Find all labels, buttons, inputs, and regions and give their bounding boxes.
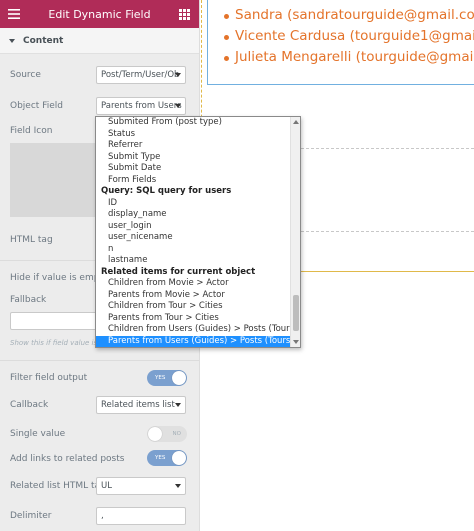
related-item-link[interactable]: Sandra (sandratourguide@gmail.com), <box>224 5 474 26</box>
chevron-down-icon <box>175 403 181 407</box>
listbox-option[interactable]: lastname <box>96 255 290 267</box>
listbox-group-label: Query: SQL query for users <box>101 186 232 196</box>
single-value-label: Single value <box>10 429 66 439</box>
delimiter-label: Delimiter <box>10 511 52 521</box>
listbox-option[interactable]: Submit Date <box>96 163 290 175</box>
listbox-option-selected[interactable]: Parents from Users (Guides) > Posts (Tou… <box>96 335 294 347</box>
hide-empty-label: Hide if value is empty <box>10 273 109 283</box>
delimiter-input[interactable]: , <box>96 507 186 525</box>
fallback-label: Fallback <box>10 295 47 305</box>
listbox-group-label: Related items for current object <box>101 266 256 277</box>
content-section-toggle[interactable]: Content <box>0 28 199 54</box>
toggle-state: YES <box>155 375 166 381</box>
listbox-option[interactable]: n <box>96 244 290 256</box>
listbox-option[interactable]: ID <box>96 198 290 210</box>
related-tag-value: UL <box>101 481 112 491</box>
listbox-option[interactable]: display_name <box>96 209 290 221</box>
filter-output-label: Filter field output <box>10 373 88 383</box>
filter-output-toggle[interactable]: YES <box>147 370 187 386</box>
related-items-list: Sandra (sandratourguide@gmail.com), Vice… <box>224 5 474 68</box>
toggle-knob <box>172 371 186 385</box>
add-links-toggle[interactable]: YES <box>147 450 187 466</box>
related-item-link[interactable]: Julieta Mengarelli (tourguide@gmail.com) <box>224 47 474 68</box>
chevron-down-icon <box>175 104 181 108</box>
chevron-down-icon <box>175 73 181 77</box>
toggle-state: YES <box>155 455 166 461</box>
object-field-select[interactable]: Parents from Users <box>96 97 186 115</box>
column-guides <box>271 148 474 232</box>
source-label: Source <box>10 70 41 80</box>
listbox-option[interactable]: Children from Movie > Actor <box>96 278 290 290</box>
chevron-down-icon <box>175 484 181 488</box>
scroll-up-icon[interactable] <box>293 120 299 124</box>
callback-select[interactable]: Related items list <box>96 396 186 414</box>
single-value-toggle[interactable]: NO <box>147 426 187 442</box>
related-item-link[interactable]: Vicente Cardusa (tourguide1@gmail.com), <box>224 26 474 47</box>
panel-header: Edit Dynamic Field <box>0 0 199 28</box>
html-tag-label: HTML tag <box>10 235 53 245</box>
callback-value: Related items list <box>101 400 175 410</box>
scroll-down-icon[interactable] <box>293 340 299 344</box>
listbox-option[interactable]: Submited From (post type) <box>96 117 290 129</box>
listbox-option[interactable]: Status <box>96 129 290 141</box>
source-value: Post/Term/User/Ob <box>101 70 180 80</box>
listbox-option[interactable]: Submit Type <box>96 152 290 164</box>
panel-title: Edit Dynamic Field <box>48 7 151 21</box>
toggle-knob <box>148 427 162 441</box>
listbox-option[interactable]: Parents from Movie > Actor <box>96 290 290 302</box>
fallback-hint: Show this if field value is e <box>10 339 104 347</box>
field-icon-label: Field Icon <box>10 126 53 136</box>
source-select[interactable]: Post/Term/User/Ob <box>96 66 186 84</box>
object-field-listbox[interactable]: Submited From (post type) Status Referre… <box>95 116 301 348</box>
listbox-scrollbar[interactable] <box>290 117 300 347</box>
object-field-value: Parents from Users <box>101 101 182 111</box>
toggle-knob <box>172 451 186 465</box>
add-links-label: Add links to related posts <box>10 454 125 464</box>
listbox-option[interactable]: Referrer <box>96 140 290 152</box>
grid-icon[interactable] <box>178 7 192 21</box>
listbox-option[interactable]: Children from Users (Guides) > Posts (To… <box>96 324 297 336</box>
scrollbar-thumb[interactable] <box>293 295 299 331</box>
listbox-option[interactable]: Parents from Tour > Cities <box>96 313 290 325</box>
caret-down-icon <box>9 38 15 43</box>
callback-label: Callback <box>10 400 49 410</box>
dynamic-field-widget[interactable]: Sandra (sandratourguide@gmail.com), Vice… <box>207 0 474 85</box>
listbox-option[interactable]: user_login <box>96 221 290 233</box>
listbox-option[interactable]: Form Fields <box>96 175 290 187</box>
related-tag-label: Related list HTML tag <box>10 481 106 491</box>
hamburger-icon[interactable] <box>7 7 21 21</box>
object-field-label: Object Field <box>10 101 63 111</box>
toggle-state: NO <box>172 431 181 437</box>
divider <box>0 360 199 361</box>
related-tag-select[interactable]: UL <box>96 477 186 495</box>
listbox-option[interactable]: Children from Tour > Cities <box>96 301 290 313</box>
listbox-option[interactable]: user_nicename <box>96 232 290 244</box>
section-title: Content <box>23 35 64 46</box>
